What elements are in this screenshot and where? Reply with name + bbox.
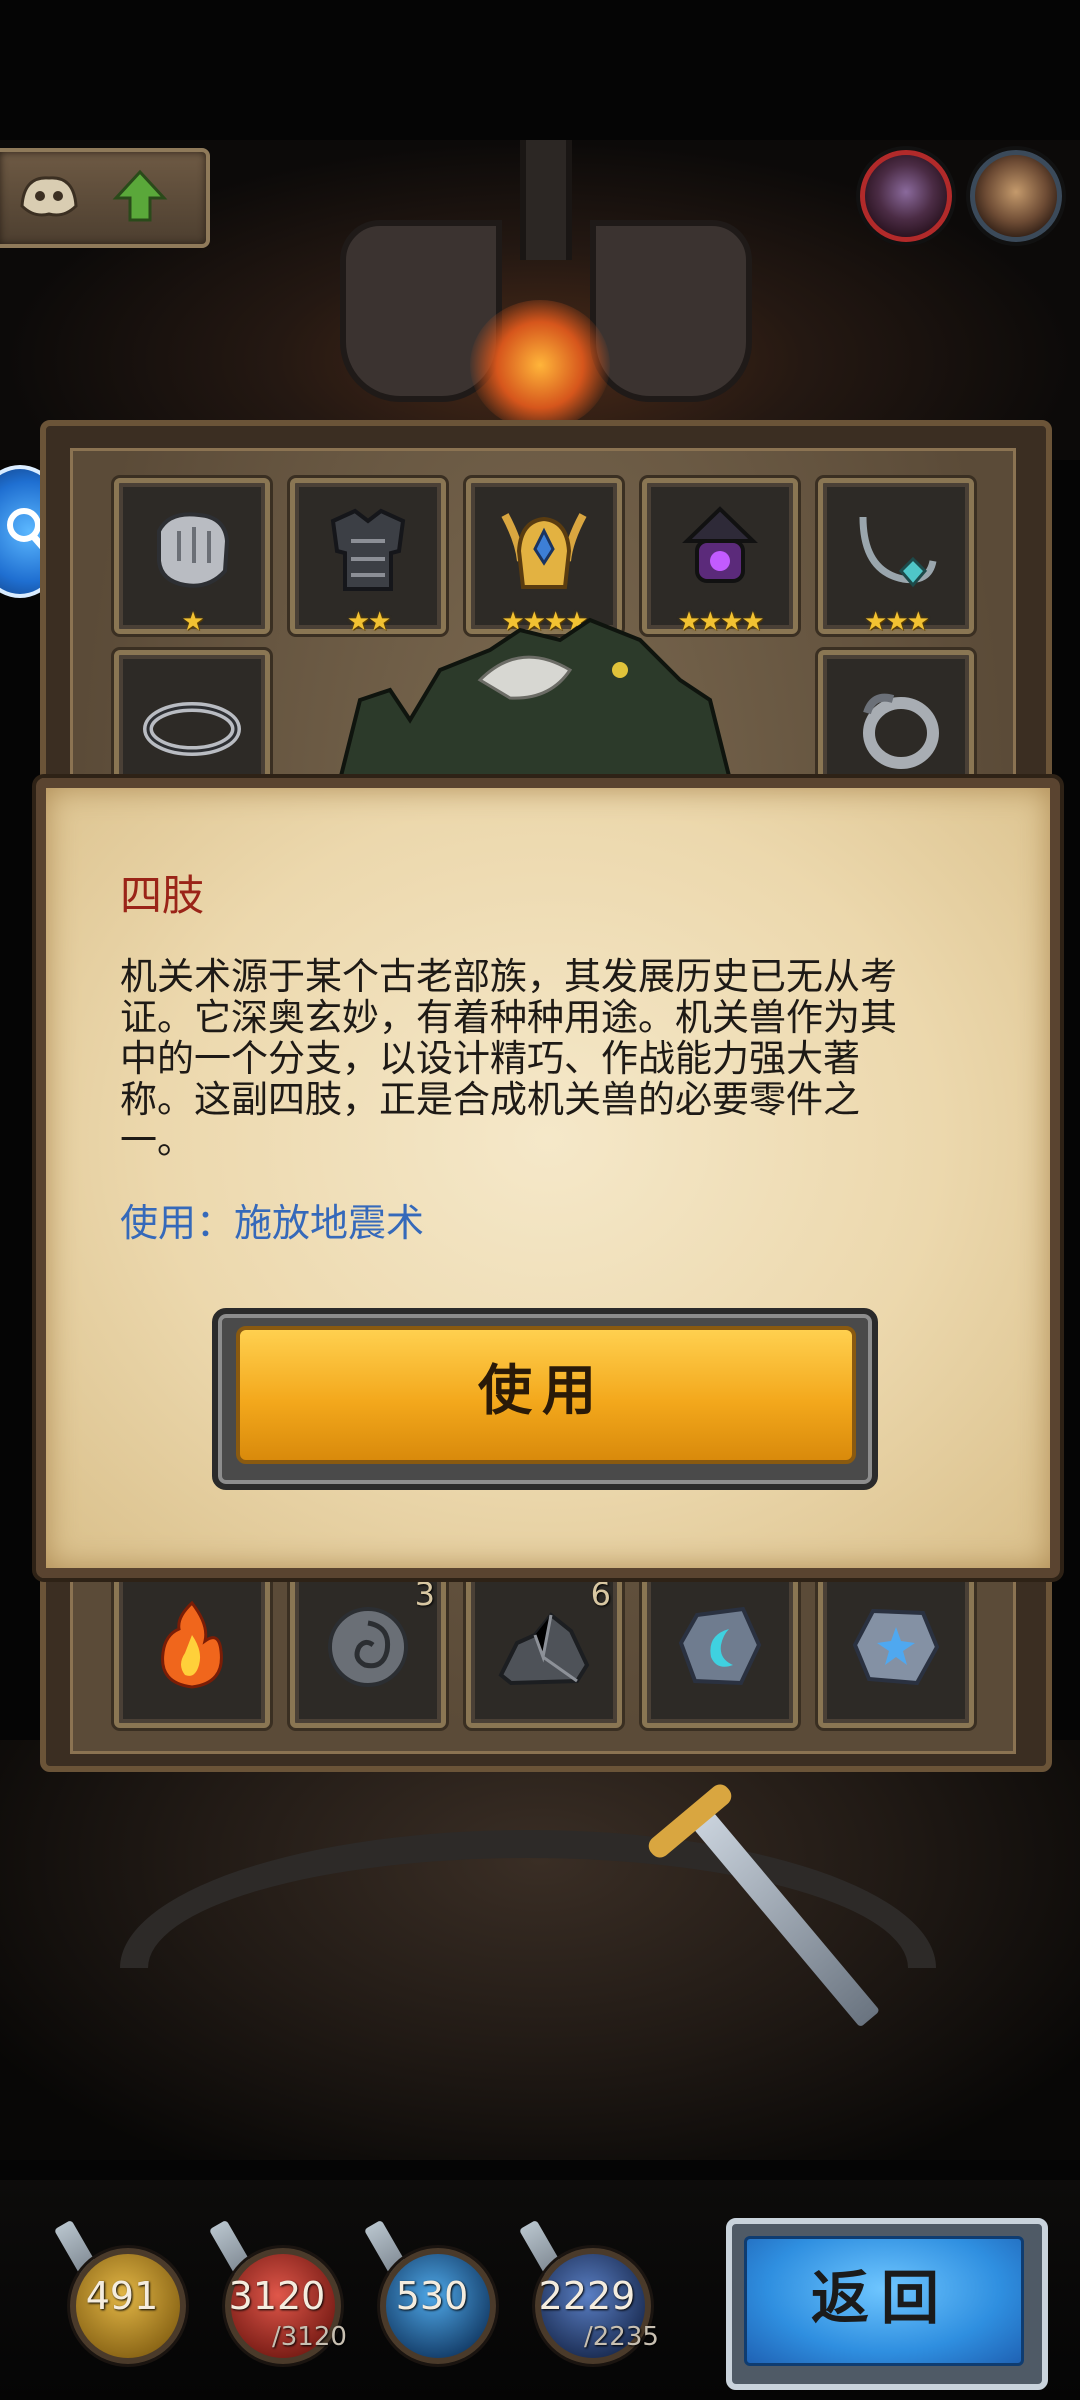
material-slot[interactable] (114, 1572, 270, 1728)
swirl-coin-icon (328, 1607, 408, 1687)
equipment-slot[interactable]: ★★★ (818, 478, 974, 637)
upgrade-button[interactable] (0, 148, 210, 248)
gold-value: 491 (85, 2274, 159, 2318)
up-arrow-icon (112, 169, 168, 222)
armor-icon (330, 508, 406, 591)
energy-value: 2229 (538, 2274, 636, 2318)
star-rating: ★ (181, 607, 204, 637)
star-rune-icon (852, 1608, 940, 1686)
item-use-effect: 使用：施放地震术 (120, 1201, 425, 1245)
forge-clamp-right (590, 220, 752, 402)
ore-icon (498, 1612, 590, 1686)
bracelet-icon (143, 702, 241, 756)
back-button-label[interactable]: 返回 (744, 2236, 1018, 2360)
item-title: 四肢 (120, 871, 205, 920)
forge-pipe (520, 140, 572, 260)
health-value: 3120 (228, 2274, 326, 2318)
gauntlet-icon (157, 512, 230, 588)
mech-beast-statue (337, 617, 733, 780)
companion-avatar[interactable] (970, 150, 1062, 242)
use-button-label[interactable]: 使用 (236, 1326, 848, 1456)
material-slot[interactable] (818, 1572, 974, 1728)
item-count: 3 (414, 1575, 435, 1613)
health-max: /3120 (272, 2322, 347, 2352)
forge-fire (470, 300, 610, 430)
fire-icon (161, 1600, 223, 1689)
lantern-icon (682, 506, 758, 583)
energy-max: /2235 (584, 2322, 659, 2352)
item-description: 机关术源于某个古老部族，其发展历史已无从考证。它深奥玄妙，有着种种用途。机关兽作… (120, 955, 897, 1162)
moon-rune-icon (678, 1606, 762, 1686)
ring-icon (863, 693, 939, 769)
creature-icon (20, 176, 78, 217)
item-count: 6 (590, 1575, 611, 1613)
hero-avatar[interactable] (860, 150, 952, 242)
material-slot[interactable]: 6 (466, 1572, 622, 1728)
necklace-icon (859, 516, 937, 588)
material-slot[interactable]: 3 (290, 1572, 446, 1728)
equipment-slot[interactable]: ★ (114, 478, 270, 637)
star-rating: ★★★ (864, 607, 930, 637)
mana-value: 530 (395, 2274, 469, 2318)
helmet-icon (501, 513, 587, 589)
material-slot[interactable] (642, 1572, 798, 1728)
